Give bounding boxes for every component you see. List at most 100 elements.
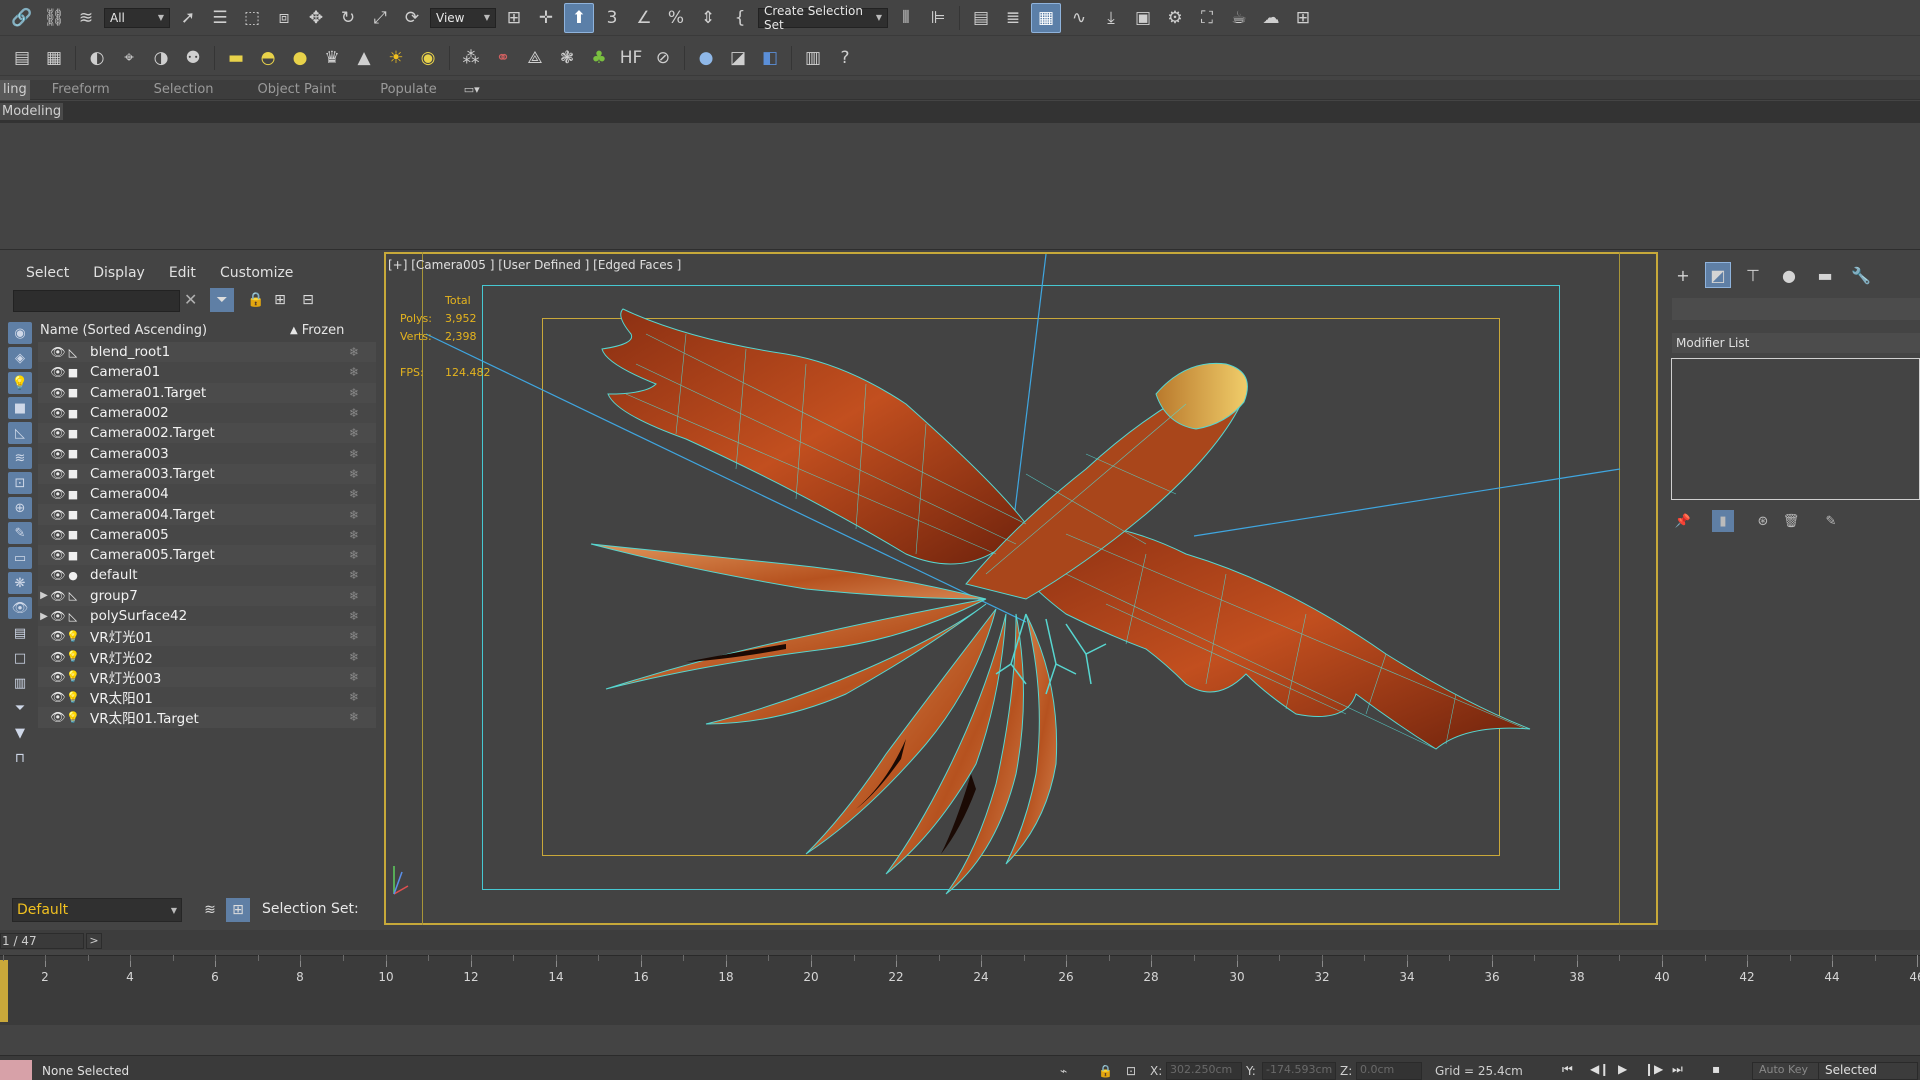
freeze-toggle-icon[interactable]: ❄ (332, 609, 376, 623)
motion-tab-icon[interactable]: ● (1776, 262, 1802, 288)
hidden-filter-icon[interactable]: 👁 (8, 597, 32, 619)
scene-explorer-toggle-icon[interactable]: ▤ (967, 4, 995, 32)
vray-plane-light-icon[interactable]: ▬ (222, 44, 250, 72)
isolate-icon[interactable]: ⌁ (1060, 1064, 1067, 1078)
tree-row[interactable]: 👁 ■ Camera003.Target ❄ (38, 463, 376, 485)
layer-manager-icon[interactable]: ▤ (8, 44, 36, 72)
tree-row[interactable]: 👁 ■ Camera002 ❄ (38, 402, 376, 424)
vray-material-sphere-icon[interactable]: ● (692, 44, 720, 72)
visibility-eye-icon[interactable]: 👁 (50, 467, 66, 481)
material-editor-icon[interactable]: ▣ (1129, 4, 1157, 32)
freeze-toggle-icon[interactable]: ❄ (332, 670, 376, 684)
link-icon[interactable]: 🔗 (8, 4, 36, 32)
freeze-toggle-icon[interactable]: ❄ (332, 568, 376, 582)
visibility-eye-icon[interactable]: 👁 (50, 365, 66, 379)
tree-row[interactable]: 👁 💡 VR太阳01.Target ❄ (38, 707, 376, 728)
vray-sphere-light-icon[interactable]: ● (286, 44, 314, 72)
vray-hf-icon[interactable]: HF (617, 44, 645, 72)
z-coordinate-field[interactable]: 0.0cm (1356, 1062, 1422, 1080)
visibility-eye-icon[interactable]: 👁 (50, 528, 66, 542)
phoenix-model[interactable] (386, 254, 1656, 923)
clear-search-icon[interactable]: ✕ (184, 290, 197, 309)
modifier-list-dropdown[interactable]: Modifier List (1672, 333, 1920, 353)
vray-sky-icon[interactable]: ◉ (414, 44, 442, 72)
column-name[interactable]: Name (Sorted Ascending) (38, 323, 290, 338)
menu-edit[interactable]: Edit (153, 265, 204, 281)
layer-hierarchy-icon[interactable]: ⊞ (226, 898, 250, 922)
tree-row[interactable]: 👁 💡 VR灯光02 ❄ (38, 646, 376, 667)
vray-settings-icon[interactable]: ◐ (83, 44, 111, 72)
layer-stack-icon[interactable]: ≋ (198, 898, 222, 922)
snap-toggle-icon[interactable]: 3 (598, 4, 626, 32)
y-coordinate-field[interactable]: -174.593cm (1262, 1062, 1336, 1080)
visibility-eye-icon[interactable]: 👁 (50, 589, 66, 603)
visibility-eye-icon[interactable]: 👁 (50, 629, 66, 643)
shape-filter-icon[interactable]: ◺ (8, 422, 32, 444)
help-icon[interactable]: ? (831, 44, 859, 72)
tab-modeling[interactable]: ling (0, 79, 30, 100)
tree-row[interactable]: ▶ 👁 ◺ polySurface42 ❄ (38, 605, 376, 627)
column-frozen[interactable]: ▲ Frozen (290, 323, 344, 338)
tree-row[interactable]: 👁 ■ Camera004 ❄ (38, 484, 376, 505)
tab-freeform[interactable]: Freeform (30, 82, 132, 97)
freeze-toggle-icon[interactable]: ❄ (332, 690, 376, 704)
curve-editor-icon[interactable]: ∿ (1065, 4, 1093, 32)
tree-row[interactable]: 👁 ● default ❄ (38, 565, 376, 586)
edit-named-selection-icon[interactable]: { (726, 4, 754, 32)
remove-modifier-icon[interactable]: 🗑 (1780, 510, 1802, 532)
current-frame-marker[interactable] (0, 960, 8, 1022)
tree-row[interactable]: 👁 ■ Camera01.Target ❄ (38, 382, 376, 403)
hierarchy-icon[interactable]: ⊞ (268, 288, 292, 312)
filter-icon[interactable]: ⏷ (210, 288, 234, 312)
select-object-icon[interactable]: ➚ (174, 4, 202, 32)
geometry-filter-icon[interactable]: ◈ (8, 347, 32, 369)
vray-plane-icon[interactable]: ⟁ (521, 44, 549, 72)
menu-customize[interactable]: Customize (204, 265, 302, 281)
filter-settings-icon[interactable]: ▼ (8, 722, 32, 744)
display-list-icon[interactable]: ▤ (8, 622, 32, 644)
tree-row[interactable]: 👁 💡 VR太阳01 ❄ (38, 687, 376, 708)
schematic-view-icon[interactable]: ⤓ (1097, 4, 1125, 32)
vray-scene-converter-icon[interactable]: ◧ (756, 44, 784, 72)
xref-filter-icon[interactable]: ❋ (8, 572, 32, 594)
visibility-eye-icon[interactable]: 👁 (50, 670, 66, 684)
freeze-toggle-icon[interactable]: ❄ (332, 710, 376, 724)
camera-filter-icon[interactable]: ■ (8, 397, 32, 419)
layer-dropdown[interactable]: Default ▼ (12, 898, 182, 922)
select-by-name-icon[interactable]: ☰ (206, 4, 234, 32)
mirror-icon[interactable]: ⫴ (892, 4, 920, 32)
key-mode-icon[interactable]: ▪ (1712, 1062, 1720, 1076)
freeze-toggle-icon[interactable]: ❄ (332, 548, 376, 562)
freeze-toggle-icon[interactable]: ❄ (332, 345, 376, 359)
selection-filter-dropdown[interactable]: All ▼ (104, 7, 170, 28)
visibility-eye-icon[interactable]: 👁 (50, 690, 66, 704)
visibility-eye-icon[interactable]: 👁 (50, 609, 66, 623)
vray-material-icon[interactable]: ⚉ (179, 44, 207, 72)
ribbon-panel-modeling[interactable]: Modeling (0, 103, 64, 120)
vray-clipper-icon[interactable]: ❃ (553, 44, 581, 72)
vray-sun-icon[interactable]: ☀ (382, 44, 410, 72)
tree-row[interactable]: 👁 💡 VR灯光01 ❄ (38, 626, 376, 647)
unlink-icon[interactable]: ⛓ (40, 4, 68, 32)
maxscript-listener-box[interactable] (0, 1060, 32, 1080)
ribbon-options-icon[interactable]: ▭▾ (459, 81, 485, 99)
ribbon-toggle-icon[interactable]: ▦ (1031, 2, 1061, 33)
lock-icon[interactable]: 🔒 (244, 288, 268, 312)
invert-display-icon[interactable]: ▥ (8, 672, 32, 694)
freeze-toggle-icon[interactable]: ❄ (332, 365, 376, 379)
bone-filter-icon[interactable]: ✎ (8, 522, 32, 544)
configure-modifier-sets-icon[interactable]: ✎ (1820, 510, 1842, 532)
object-name-field[interactable] (1672, 298, 1920, 320)
reference-coord-dropdown[interactable]: View ▼ (430, 7, 496, 28)
vray-frame-buffer-icon[interactable]: ⊞ (1289, 4, 1317, 32)
spinner-snap-icon[interactable]: ⇕ (694, 4, 722, 32)
viewport-label[interactable]: [+] [Camera005 ] [User Defined ] [Edged … (388, 258, 681, 272)
rect-selection-icon[interactable]: ⬚ (238, 4, 266, 32)
tree-row[interactable]: 👁 ■ Camera004.Target ❄ (38, 504, 376, 525)
freeze-toggle-icon[interactable]: ❄ (332, 467, 376, 481)
explorer-search-input[interactable] (13, 290, 180, 312)
pivot-center-icon[interactable]: ⊞ (500, 4, 528, 32)
modify-tab-icon[interactable]: ◩ (1705, 262, 1731, 288)
bind-space-warp-icon[interactable]: ≋ (72, 4, 100, 32)
filter-funnel-icon[interactable]: ⏷ (8, 697, 32, 719)
